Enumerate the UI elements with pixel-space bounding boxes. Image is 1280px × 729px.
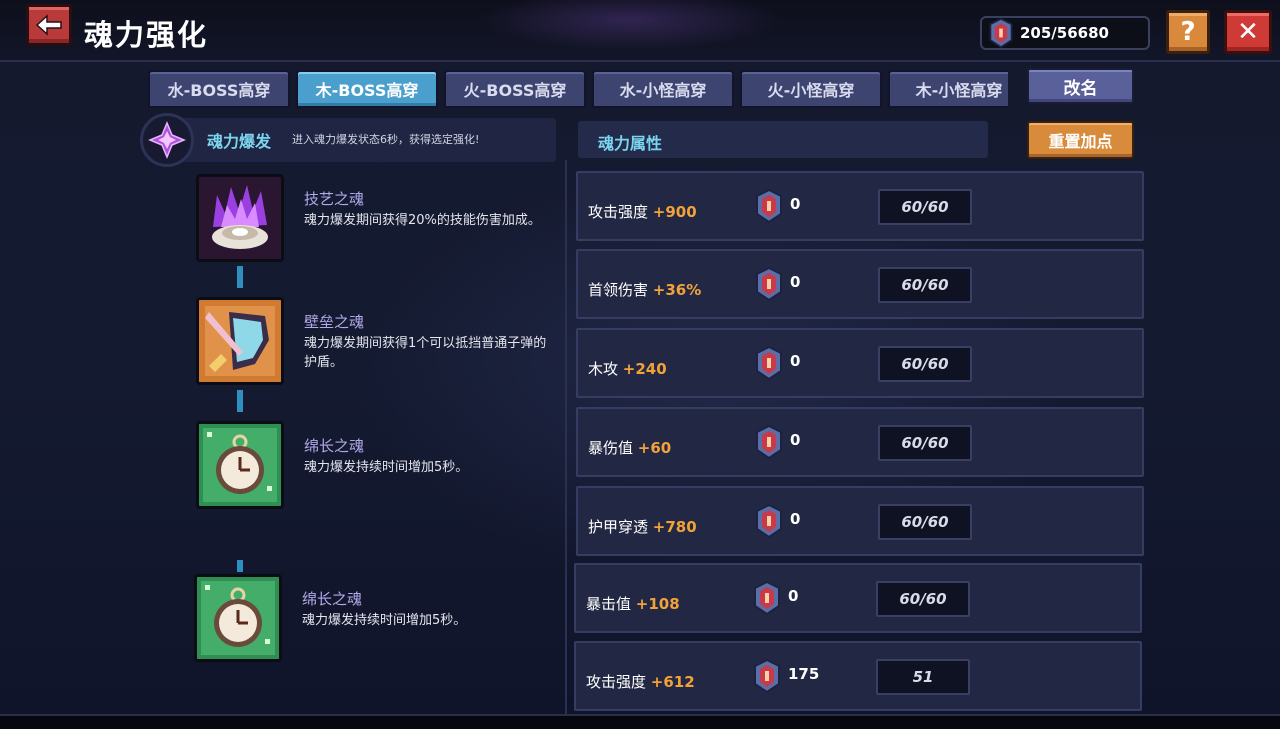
currency-value: 205/56680 — [1020, 24, 1109, 42]
attribute-bonus: +36% — [652, 281, 702, 299]
soul-gem-icon — [756, 267, 782, 301]
page-title: 魂力强化 — [84, 18, 209, 52]
attribute-row[interactable]: 攻击强度 +900 0 60/60 — [576, 171, 1144, 241]
attribute-bonus: +900 — [652, 203, 697, 221]
question-icon: ? — [1180, 17, 1196, 47]
attribute-label: 首领伤害 +36% — [588, 281, 702, 299]
attribute-label: 攻击强度 +900 — [588, 203, 697, 221]
skill-connector — [237, 266, 243, 288]
skill-name: 绵长之魂 — [302, 590, 363, 608]
rename-button[interactable]: 改名 — [1027, 68, 1134, 104]
attribute-level: 51 — [876, 659, 970, 695]
shield-sword-icon[interactable] — [196, 297, 284, 385]
attribute-level: 60/60 — [878, 267, 972, 303]
skill-connector — [237, 390, 243, 412]
top-bar-decoration — [420, 0, 840, 62]
attribute-label: 护甲穿透 +780 — [588, 518, 697, 536]
soul-gem-icon — [989, 18, 1013, 48]
attribute-level: 60/60 — [878, 346, 972, 382]
attribute-count: 0 — [790, 195, 801, 213]
attribute-label: 暴伤值 +60 — [588, 439, 672, 457]
skill-description: 魂力爆发持续时间增加5秒。 — [302, 613, 467, 628]
skill-name: 绵长之魂 — [304, 437, 365, 455]
attribute-bonus: +60 — [637, 439, 672, 457]
attribute-count: 0 — [790, 352, 801, 370]
soul-gem-icon — [756, 504, 782, 538]
build-tabs: 水-BOSS高穿 木-BOSS高穿 火-BOSS高穿 水-小怪高穿 火-小怪高穿… — [148, 70, 1008, 110]
attribute-count: 175 — [788, 665, 820, 683]
attribute-row[interactable]: 木攻 +240 0 60/60 — [576, 328, 1144, 398]
attribute-row[interactable]: 攻击强度 +612 175 51 — [574, 641, 1142, 711]
attribute-row[interactable]: 首领伤害 +36% 0 60/60 — [576, 249, 1144, 319]
soul-gem-icon — [756, 189, 782, 223]
attribute-bonus: +240 — [622, 360, 667, 378]
attribute-count: 0 — [790, 431, 801, 449]
attribute-label: 木攻 +240 — [588, 360, 667, 378]
attribute-level: 60/60 — [878, 504, 972, 540]
skill-description: 魂力爆发持续时间增加5秒。 — [304, 460, 469, 475]
reset-points-button[interactable]: 重置加点 — [1027, 121, 1134, 159]
tab-wood-boss[interactable]: 木-BOSS高穿 — [296, 70, 438, 108]
tab-fire-minion[interactable]: 火-小怪高穿 — [740, 70, 882, 108]
attribute-bonus: +108 — [635, 595, 680, 613]
back-button[interactable] — [26, 4, 72, 46]
pocket-watch-icon[interactable] — [196, 421, 284, 509]
attribute-bonus: +612 — [650, 673, 695, 691]
attribute-label: 暴击值 +108 — [586, 595, 680, 613]
attribute-label: 攻击强度 +612 — [586, 673, 695, 691]
purple-flame-shell-icon[interactable] — [196, 174, 284, 262]
skill-name: 技艺之魂 — [304, 190, 365, 208]
burst-description: 进入魂力爆发状态6秒，获得选定强化! — [292, 133, 480, 146]
tab-wood-minion[interactable]: 木-小怪高穿 — [888, 70, 1008, 108]
soul-burst-icon — [140, 113, 194, 167]
bottom-edge — [0, 714, 1280, 729]
attribute-level: 60/60 — [878, 189, 972, 225]
attribute-count: 0 — [790, 510, 801, 528]
soul-currency-display: 205/56680 — [980, 16, 1150, 50]
attribute-level: 60/60 — [878, 425, 972, 461]
close-icon: ✕ — [1237, 17, 1259, 47]
soul-gem-icon — [756, 425, 782, 459]
tab-fire-boss[interactable]: 火-BOSS高穿 — [444, 70, 586, 108]
skill-name: 壁垒之魂 — [304, 313, 365, 331]
tab-water-minion[interactable]: 水-小怪高穿 — [592, 70, 734, 108]
attribute-row[interactable]: 暴伤值 +60 0 60/60 — [576, 407, 1144, 477]
tab-water-boss[interactable]: 水-BOSS高穿 — [148, 70, 290, 108]
close-button[interactable]: ✕ — [1224, 10, 1272, 54]
attribute-row[interactable]: 暴击值 +108 0 60/60 — [574, 563, 1142, 633]
soul-gem-icon — [756, 346, 782, 380]
soul-gem-icon — [754, 659, 780, 693]
burst-title: 魂力爆发 — [207, 132, 272, 151]
skill-connector — [237, 560, 243, 572]
attribute-count: 0 — [788, 587, 799, 605]
back-arrow-icon — [35, 14, 62, 36]
attribute-bonus: +780 — [652, 518, 697, 536]
help-button[interactable]: ? — [1166, 10, 1210, 54]
skill-description: 魂力爆发期间获得20%的技能伤害加成。 — [304, 213, 541, 228]
attributes-title: 魂力属性 — [598, 134, 663, 153]
panel-divider — [565, 160, 567, 715]
attribute-row[interactable]: 护甲穿透 +780 0 60/60 — [576, 486, 1144, 556]
attribute-count: 0 — [790, 273, 801, 291]
pocket-watch-icon[interactable] — [194, 574, 282, 662]
attribute-level: 60/60 — [876, 581, 970, 617]
soul-gem-icon — [754, 581, 780, 615]
skill-description: 魂力爆发期间获得1个可以抵挡普通子弹的护盾。 — [304, 336, 547, 370]
